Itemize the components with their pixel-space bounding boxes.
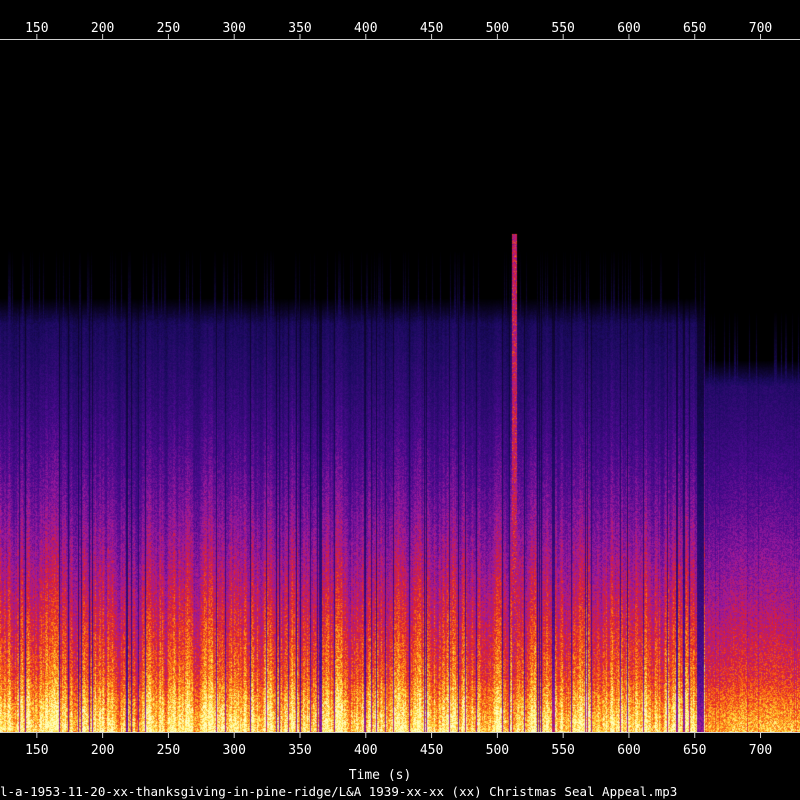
top-axis-tick-label: 300: [222, 21, 245, 36]
top-axis-tick-label: 150: [25, 21, 48, 36]
x-axis-label: Time (s): [349, 768, 412, 783]
bottom-axis-tick-label: 450: [420, 743, 443, 758]
top-axis-ticks: 150 200 250 300 350 400 450 500 550 600 650 700: [25, 21, 772, 40]
file-name-label: l-a-1953-11-20-xx-thanksgiving-in-pine-r…: [0, 784, 677, 799]
bottom-axis-tick-label: 550: [551, 743, 574, 758]
top-axis-tick-label: 250: [157, 21, 180, 36]
top-axis-tick-label: 450: [420, 21, 443, 36]
bottom-axis-tick-label: 500: [486, 743, 509, 758]
top-axis-tick-label: 500: [486, 21, 509, 36]
top-axis-tick-label: 600: [617, 21, 640, 36]
bottom-axis-tick-label: 150: [25, 743, 48, 758]
top-axis-tick-label: 650: [683, 21, 706, 36]
top-axis-tick-label: 550: [551, 21, 574, 36]
top-axis-tick-label: 200: [91, 21, 114, 36]
bottom-axis-tick-label: 350: [288, 743, 311, 758]
bottom-axis-tick-label: 650: [683, 743, 706, 758]
bottom-axis-tick-label: 200: [91, 743, 114, 758]
bottom-axis-tick-label: 300: [222, 743, 245, 758]
bottom-axis-tick-label: 250: [157, 743, 180, 758]
top-axis-tick-label: 350: [288, 21, 311, 36]
bottom-axis-tick-label: 400: [354, 743, 377, 758]
top-axis-tick-label: 400: [354, 21, 377, 36]
spectrogram-chart: 150 200 250 300 350 400 450 500 550 600 650 700 150…: [0, 21, 800, 799]
bottom-axis-tick-label: 700: [749, 743, 772, 758]
top-axis-tick-label: 700: [749, 21, 772, 36]
bottom-axis-tick-label: 600: [617, 743, 640, 758]
bottom-axis-ticks: 150 200 250 300 350 400 450 500 550 600 650 700: [25, 732, 772, 758]
